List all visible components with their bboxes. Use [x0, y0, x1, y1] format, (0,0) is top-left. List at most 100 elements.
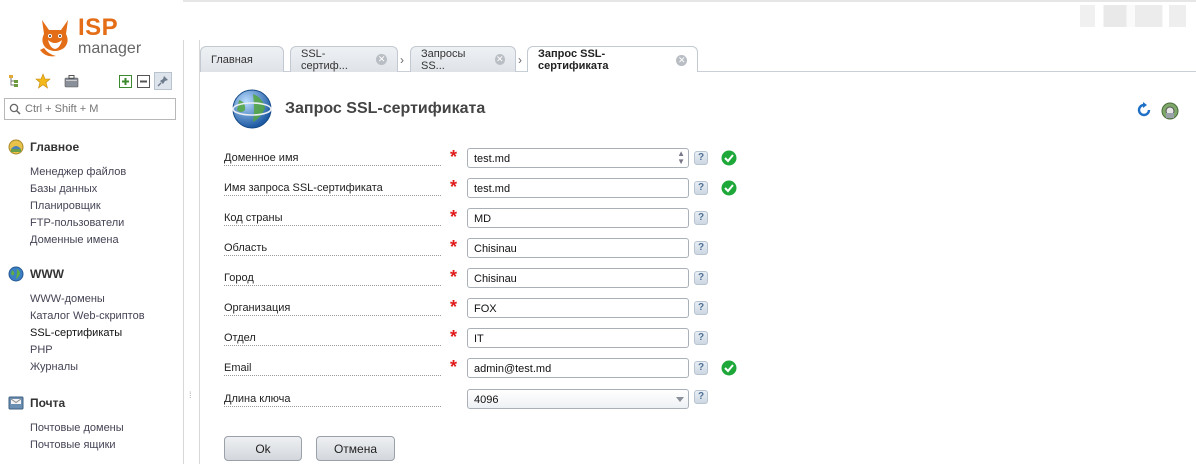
tab-home[interactable]: Главная [200, 46, 284, 72]
chevron-down-icon[interactable] [676, 397, 684, 402]
help-icon[interactable]: ? [694, 151, 708, 165]
search-icon [9, 103, 21, 118]
tab-ssl-requests[interactable]: Запросы SS... ✕ [410, 46, 516, 72]
splitter-grip-icon: ⁞ [189, 390, 192, 400]
required-marker: * [450, 267, 458, 287]
sidebar-splitter[interactable]: ⁞ [183, 40, 200, 464]
pin-icon[interactable] [154, 72, 172, 90]
help-icon[interactable]: ? [694, 361, 708, 375]
help-icon[interactable]: ? [694, 301, 708, 315]
request-name-input[interactable] [474, 182, 664, 195]
field-label: Отдел [224, 332, 259, 344]
menu-group-main-header[interactable]: Главное [8, 138, 126, 156]
city-input[interactable] [474, 272, 664, 285]
required-marker: * [450, 147, 458, 167]
menu-group-mail: Почта Почтовые домены Почтовые ящики [8, 394, 124, 454]
ok-button[interactable]: Ok [224, 436, 302, 461]
field-row-city: Город * ? [224, 267, 754, 290]
briefcase-icon[interactable] [62, 72, 80, 90]
sidebar-item-file-manager[interactable]: Менеджер файлов [30, 164, 126, 181]
help-icon[interactable]: ? [694, 271, 708, 285]
help-icon[interactable]: ? [694, 211, 708, 225]
field-row-region: Область * ? [224, 237, 754, 260]
region-field[interactable] [467, 238, 689, 258]
required-marker: * [450, 327, 458, 347]
organization-field[interactable] [467, 298, 689, 318]
tab-label: Главная [211, 53, 253, 66]
field-row-country-code: Код страны * ? [224, 207, 754, 230]
department-input[interactable] [474, 332, 664, 345]
refresh-icon[interactable] [1136, 102, 1152, 121]
sidebar-item-mailboxes[interactable]: Почтовые ящики [30, 437, 124, 454]
valid-check-icon [721, 180, 737, 199]
logo-text-isp: ISP [78, 14, 119, 41]
blurred-header-area [1080, 5, 1186, 27]
country-code-field[interactable] [467, 208, 689, 228]
email-field[interactable] [467, 358, 689, 378]
sidebar-item-ssl-certificates[interactable]: SSL-сертификаты [30, 325, 145, 342]
favorites-star-icon[interactable] [34, 72, 52, 90]
sidebar-toolbar [6, 70, 178, 92]
sidebar-item-www-domains[interactable]: WWW-домены [30, 291, 145, 308]
isp-manager-logo[interactable]: ISP manager [34, 14, 154, 60]
field-label: Область [224, 242, 271, 254]
cancel-button[interactable]: Отмена [316, 436, 395, 461]
sidebar-item-scheduler[interactable]: Планировщик [30, 198, 126, 215]
sidebar-item-mail-domains[interactable]: Почтовые домены [30, 420, 124, 437]
help-icon[interactable]: ? [694, 241, 708, 255]
domain-name-input[interactable] [474, 152, 664, 165]
key-length-select[interactable] [467, 389, 689, 409]
tree-view-icon[interactable] [6, 72, 24, 90]
field-row-domain-name: Доменное имя * ▲▼ ? [224, 147, 754, 170]
city-field[interactable] [467, 268, 689, 288]
field-row-email: Email * ? [224, 357, 754, 380]
required-marker: * [450, 237, 458, 257]
organization-input[interactable] [474, 302, 664, 315]
field-label: Email [224, 362, 255, 374]
department-field[interactable] [467, 328, 689, 348]
field-label: Доменное имя [224, 152, 302, 164]
tab-close-icon[interactable]: ✕ [676, 54, 687, 66]
home-icon [8, 139, 24, 155]
request-name-field[interactable] [467, 178, 689, 198]
chevron-right-icon: › [518, 53, 522, 67]
field-label: Имя запроса SSL-сертификата [224, 182, 386, 194]
search-input[interactable] [25, 101, 171, 117]
country-code-input[interactable] [474, 212, 664, 225]
sidebar-item-ftp-users[interactable]: FTP-пользователи [30, 215, 126, 232]
tab-close-icon[interactable]: ✕ [376, 54, 387, 65]
sidebar-search[interactable] [4, 98, 176, 120]
menu-group-title: Главное [30, 140, 80, 154]
collapse-all-icon[interactable] [134, 72, 152, 90]
stepper-arrows-icon[interactable]: ▲ ▼ [677, 150, 685, 166]
tab-ssl-request-form[interactable]: Запрос SSL-сертификата ✕ [527, 46, 698, 73]
fox-logo-icon [40, 20, 68, 57]
field-row-request-name: Имя запроса SSL-сертификата * ? [224, 177, 754, 200]
domain-name-field[interactable]: ▲▼ [467, 148, 689, 168]
email-input[interactable] [474, 362, 664, 375]
key-length-value[interactable] [474, 393, 664, 406]
expand-all-icon[interactable] [116, 72, 134, 90]
region-input[interactable] [474, 242, 664, 255]
globe-icon [8, 266, 24, 282]
field-label: Город [224, 272, 257, 284]
settings-icon[interactable] [1161, 102, 1179, 123]
sidebar-item-web-scripts[interactable]: Каталог Web-скриптов [30, 308, 145, 325]
tab-close-icon[interactable]: ✕ [494, 54, 505, 65]
tab-bar: Главная SSL-сертиф... ✕ › Запросы SS... … [200, 46, 1196, 73]
valid-check-icon [721, 360, 737, 379]
sidebar-item-databases[interactable]: Базы данных [30, 181, 126, 198]
required-marker: * [450, 357, 458, 377]
sidebar-item-php[interactable]: PHP [30, 342, 145, 359]
help-icon[interactable]: ? [694, 390, 708, 404]
menu-group-www-header[interactable]: WWW [8, 265, 145, 283]
menu-group-mail-header[interactable]: Почта [8, 394, 124, 412]
logo-text-manager: manager [78, 40, 142, 57]
field-label: Длина ключа [224, 393, 294, 405]
help-icon[interactable]: ? [694, 181, 708, 195]
app-window: ISP manager Ctrl + Shift + M Главное Мен… [0, 0, 1196, 464]
tab-ssl-certificates[interactable]: SSL-сертиф... ✕ [290, 46, 398, 72]
sidebar-item-logs[interactable]: Журналы [30, 359, 145, 376]
help-icon[interactable]: ? [694, 331, 708, 345]
sidebar-item-domain-names[interactable]: Доменные имена [30, 232, 126, 249]
